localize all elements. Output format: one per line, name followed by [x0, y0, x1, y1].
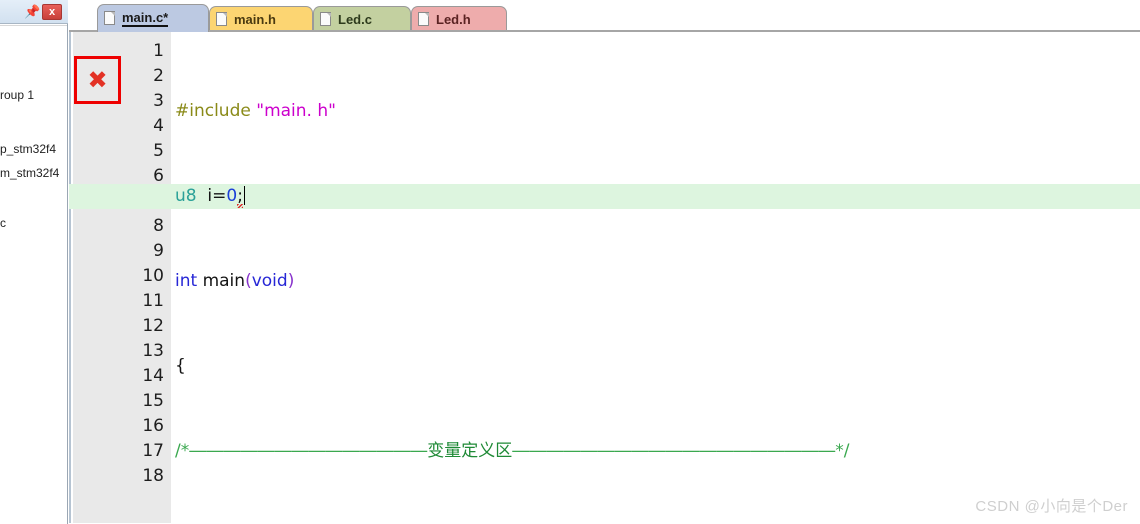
line-number: 14	[142, 366, 164, 386]
line-number: 9	[153, 241, 164, 261]
code-canvas[interactable]: ✖ 1 2 3 4 5 6 7 8 9 10 11 12 13 14 15 16…	[69, 32, 1140, 524]
line-number: 13	[142, 341, 164, 361]
line-number: 12	[142, 316, 164, 336]
document-icon	[216, 12, 228, 27]
line-number: 17	[142, 441, 164, 461]
identifier-token: i=	[207, 186, 227, 206]
code-line-2[interactable]: u8 i=0;	[69, 184, 1140, 209]
error-marker-highlight: ✖	[74, 56, 121, 104]
line-number: 4	[153, 116, 164, 136]
document-icon	[418, 12, 430, 27]
brace-token: {	[175, 356, 186, 376]
code-line-1[interactable]: #include "main. h"	[173, 99, 1140, 124]
tab-label: main.h	[234, 12, 276, 27]
document-icon	[320, 12, 332, 27]
tree-item-group[interactable]: roup 1	[0, 88, 34, 102]
tree-item-source[interactable]: c	[0, 216, 6, 230]
comment-open: /*	[175, 441, 190, 461]
tree-item-startup[interactable]: p_stm32f4	[0, 142, 56, 156]
code-text[interactable]: #include "main. h" u8 i=0; int main(void…	[69, 39, 1140, 524]
paren-token: )	[287, 271, 295, 291]
watermark: CSDN @小向是个Der	[975, 498, 1128, 515]
type-token: u8	[175, 186, 197, 206]
paren-token: (	[245, 271, 252, 291]
comment-rule: ――――――――――――――	[189, 441, 428, 461]
project-panel-titlebar: 📌 x	[0, 0, 68, 24]
syntax-error-squiggle: ;	[237, 184, 243, 209]
tab-main-h[interactable]: main.h	[209, 6, 313, 32]
identifier-token: main	[197, 271, 246, 291]
preprocessor-token: #include	[175, 101, 251, 121]
line-number: 16	[142, 416, 164, 436]
editor-tabbar: main.c* main.h Led.c Led.h	[69, 0, 1140, 32]
tree-item-system[interactable]: m_stm32f4	[0, 166, 59, 180]
line-number: 10	[142, 266, 164, 286]
pin-icon[interactable]: 📌	[24, 4, 40, 20]
tab-main-c[interactable]: main.c*	[97, 4, 209, 32]
line-number: 18	[142, 466, 164, 486]
project-panel: 📌 x roup 1 p_stm32f4 m_stm32f4 c	[0, 0, 68, 524]
comment-close: */	[835, 441, 850, 461]
line-number: 5	[153, 141, 164, 161]
text-caret	[243, 186, 245, 205]
tab-led-h[interactable]: Led.h	[411, 6, 507, 32]
close-icon[interactable]: x	[42, 4, 62, 20]
code-line-5[interactable]: /*――――――――――――――变量定义区―――――――――――――――――――…	[173, 439, 1140, 464]
tab-label: Led.c	[338, 12, 372, 27]
document-icon	[104, 11, 116, 26]
comment-section-label: 变量定义区	[427, 441, 513, 461]
tab-led-c[interactable]: Led.c	[313, 6, 411, 32]
editor-area: main.c* main.h Led.c Led.h ✖ 1 2 3 4 5 6…	[69, 0, 1140, 524]
keyword-token: void	[251, 271, 288, 291]
error-icon[interactable]: ✖	[77, 59, 118, 101]
code-line-3[interactable]: int main(void)	[173, 269, 1140, 294]
line-numbers: 1 2 3 4 5 6 7 8 9 10 11 12 13 14 15 16 1…	[69, 39, 168, 489]
ide-window: 📌 x roup 1 p_stm32f4 m_stm32f4 c main.c*…	[0, 0, 1140, 524]
tab-label: main.c*	[122, 10, 169, 27]
code-line-4[interactable]: {	[173, 354, 1140, 379]
comment-rule: ―――――――――――――――――――	[512, 441, 836, 461]
line-number: 11	[142, 291, 164, 311]
keyword-token: int	[175, 271, 198, 291]
number-token: 0	[226, 186, 238, 206]
project-tree: roup 1 p_stm32f4 m_stm32f4 c	[0, 25, 67, 524]
line-number: 15	[142, 391, 164, 411]
tab-label: Led.h	[436, 12, 471, 27]
string-token: "main. h"	[256, 101, 336, 121]
line-number: 8	[153, 216, 164, 236]
